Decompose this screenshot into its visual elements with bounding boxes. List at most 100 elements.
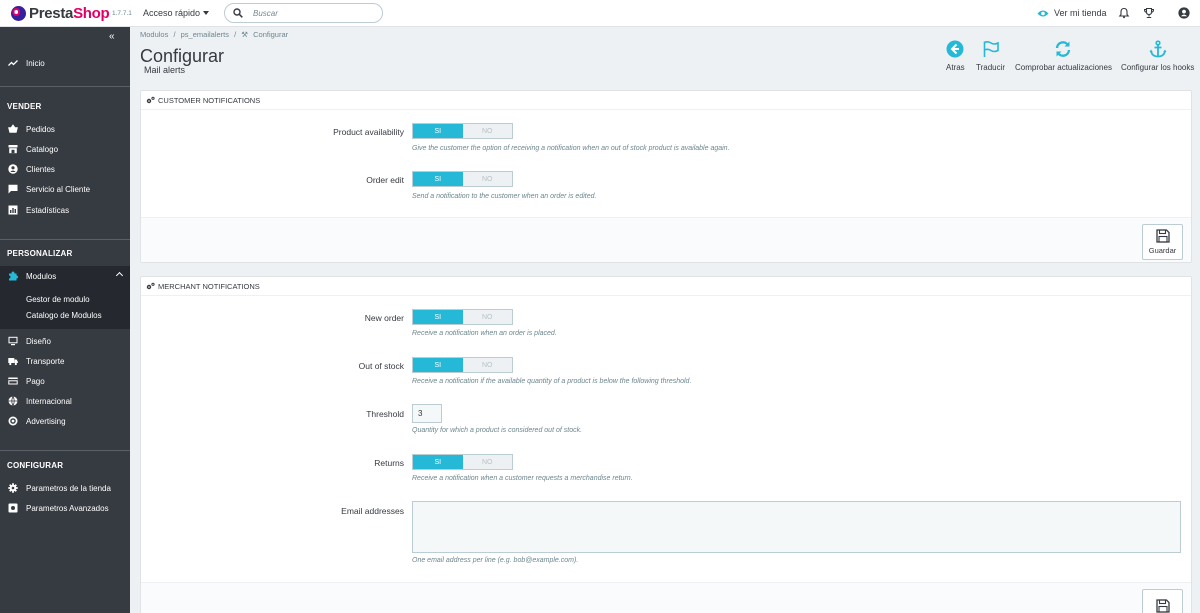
sidebar-subitem-catalogo-modulos[interactable]: Catalogo de Modulos — [26, 311, 102, 320]
product-availability-switch[interactable]: SI NO — [412, 123, 513, 139]
search-input[interactable] — [253, 8, 363, 18]
section-personalizar: PERSONALIZAR — [7, 249, 73, 258]
credit-card-icon — [8, 376, 18, 386]
configure-hooks-label: Configurar los hooks — [1121, 63, 1195, 72]
sidebar-item-diseno[interactable]: Diseño — [0, 333, 130, 349]
globe-icon — [8, 396, 18, 406]
threshold-help: Quantity for which a product is consider… — [412, 427, 583, 434]
sidebar-item-label: Modulos — [26, 271, 57, 281]
wrench-icon: ⚒ — [241, 30, 249, 39]
switch-no[interactable]: NO — [463, 455, 513, 469]
sidebar-item-label: Pago — [26, 376, 45, 386]
section-configurar: CONFIGURAR — [7, 461, 64, 470]
save-label: Guardar — [1148, 246, 1177, 255]
sidebar-item-internacional[interactable]: Internacional — [0, 393, 130, 409]
switch-yes[interactable]: SI — [413, 455, 463, 469]
customer-notifications-panel: CUSTOMER NOTIFICATIONS Product availabil… — [140, 90, 1192, 263]
switch-yes[interactable]: SI — [413, 172, 463, 186]
sidebar-item-label: Inicio — [26, 58, 45, 68]
order-edit-label: Order edit — [366, 175, 404, 185]
sidebar-item-servicio-cliente[interactable]: Servicio al Cliente — [0, 181, 130, 197]
switch-yes[interactable]: SI — [413, 358, 463, 372]
sidebar-item-inicio[interactable]: Inicio — [0, 55, 130, 71]
account-icon[interactable] — [1178, 7, 1190, 19]
switch-no[interactable]: NO — [463, 310, 513, 324]
switch-no[interactable]: NO — [463, 172, 513, 186]
sidebar-item-clientes[interactable]: Clientes — [0, 161, 130, 177]
email-addresses-textarea[interactable] — [412, 501, 1181, 553]
threshold-label: Threshold — [366, 409, 404, 419]
sidebar-item-transporte[interactable]: Transporte — [0, 353, 130, 369]
translate-button[interactable]: Traducir — [976, 40, 1005, 72]
sidebar-item-parametros-tienda[interactable]: Parametros de la tienda — [0, 480, 130, 496]
threshold-input[interactable] — [412, 404, 442, 423]
save-button[interactable] — [1142, 589, 1183, 613]
eye-icon — [1037, 10, 1049, 16]
sidebar-item-catalogo[interactable]: Catalogo — [0, 141, 130, 157]
basket-icon — [8, 124, 18, 134]
sidebar-item-parametros-avanzados[interactable]: Parametros Avanzados — [0, 500, 130, 516]
new-order-switch[interactable]: SI NO — [412, 309, 513, 325]
sidebar-item-pedidos[interactable]: Pedidos — [0, 121, 130, 137]
back-button[interactable]: Atras — [946, 40, 965, 72]
check-updates-label: Comprobar actualizaciones — [1015, 63, 1112, 72]
returns-switch[interactable]: SI NO — [412, 454, 513, 470]
switch-yes[interactable]: SI — [413, 310, 463, 324]
cogs-icon — [146, 96, 155, 104]
breadcrumb-configurar: Configurar — [253, 30, 289, 39]
save-button[interactable]: Guardar — [1142, 224, 1183, 260]
sidebar-item-pago[interactable]: Pago — [0, 373, 130, 389]
prestashop-logo[interactable]: PrestaShop — [11, 5, 110, 22]
sidebar-divider — [0, 450, 130, 451]
panel-footer — [141, 582, 1191, 613]
chat-icon — [8, 184, 18, 194]
sidebar-item-label: Diseño — [26, 336, 51, 346]
search-box[interactable] — [224, 3, 383, 23]
sidebar-item-label: Catalogo — [26, 144, 59, 154]
panel-title: CUSTOMER NOTIFICATIONS — [158, 95, 261, 105]
sidebar-item-advertising[interactable]: Advertising — [0, 413, 130, 429]
new-order-help: Receive a notification when an order is … — [412, 330, 557, 337]
order-edit-switch[interactable]: SI NO — [412, 171, 513, 187]
switch-no[interactable]: NO — [463, 358, 513, 372]
sidebar-item-estadisticas[interactable]: Estadísticas — [0, 202, 130, 218]
breadcrumb-modulos[interactable]: Modulos — [140, 30, 168, 39]
switch-yes[interactable]: SI — [413, 124, 463, 138]
new-order-label: New order — [364, 313, 404, 323]
sidebar-item-label: Internacional — [26, 396, 72, 406]
returns-help: Receive a notification when a customer r… — [412, 475, 633, 482]
view-shop-link[interactable]: Ver mi tienda — [1037, 8, 1107, 18]
trophy-icon[interactable] — [1143, 7, 1155, 19]
search-icon — [233, 8, 243, 18]
sidebar-item-modulos[interactable]: Modulos — [0, 268, 130, 284]
panel-footer: Guardar — [141, 217, 1191, 262]
switch-no[interactable]: NO — [463, 124, 513, 138]
configure-hooks-button[interactable]: Configurar los hooks — [1121, 40, 1194, 72]
breadcrumb: Modulos / ps_emailalerts / ⚒ Configurar — [140, 30, 291, 39]
flag-icon — [983, 41, 999, 57]
collapse-sidebar-icon[interactable]: « — [109, 31, 115, 42]
panel-title: MERCHANT NOTIFICATIONS — [158, 281, 260, 291]
breadcrumb-separator: / — [234, 30, 237, 39]
trending-icon — [8, 58, 18, 68]
stats-icon — [8, 205, 18, 215]
sidebar-item-label: Parametros Avanzados — [26, 503, 109, 513]
product-availability-label: Product availability — [333, 127, 404, 137]
top-bar: PrestaShop 1.7.7.1 Acceso rápido Ver mi … — [0, 0, 1200, 27]
out-of-stock-switch[interactable]: SI NO — [412, 357, 513, 373]
quick-access-dropdown[interactable]: Acceso rápido — [143, 8, 210, 18]
check-updates-button[interactable]: Comprobar actualizaciones — [1015, 40, 1112, 72]
sidebar-item-label: Servicio al Cliente — [26, 184, 91, 194]
version-label: 1.7.7.1 — [112, 10, 132, 17]
sidebar-divider — [0, 86, 130, 87]
truck-icon — [8, 356, 18, 366]
sidebar-subitem-gestor-modulo[interactable]: Gestor de modulo — [26, 295, 90, 304]
out-of-stock-label: Out of stock — [358, 361, 404, 371]
logo-text-suffix: Shop — [73, 5, 110, 22]
breadcrumb-ps-emailalerts[interactable]: ps_emailalerts — [181, 30, 229, 39]
caret-down-icon — [203, 11, 210, 15]
sidebar-item-label: Estadísticas — [26, 205, 70, 215]
sidebar-item-label: Parametros de la tienda — [26, 483, 111, 493]
bell-icon[interactable] — [1118, 7, 1130, 19]
advertising-icon — [8, 416, 18, 426]
